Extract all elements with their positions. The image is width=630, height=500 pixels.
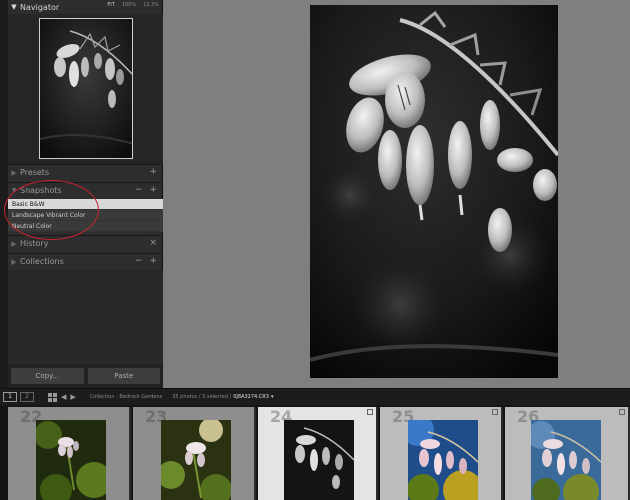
remove-collection-button[interactable]: − <box>135 256 143 266</box>
filmstrip: 22 23 24 25 26 <box>0 405 630 500</box>
flower-color-thumbnail-image <box>161 420 231 500</box>
navigator-preview[interactable] <box>8 14 163 164</box>
filmstrip-cell[interactable]: 22 <box>8 407 131 500</box>
back-arrow-icon[interactable]: ◀ <box>61 393 66 401</box>
collections-header[interactable]: ▶ Collections − + <box>8 253 163 269</box>
flower-color-thumbnail-image <box>36 420 106 500</box>
add-preset-button[interactable]: + <box>149 167 157 177</box>
zoom-100[interactable]: 100% <box>122 2 136 8</box>
snapshot-item[interactable]: Basic B&W <box>8 199 163 210</box>
flower-vibrant-thumbnail-image <box>408 420 478 500</box>
filmstrip-thumbnail[interactable] <box>36 420 106 500</box>
filmstrip-thumbnail[interactable] <box>408 420 478 500</box>
snapshot-item[interactable]: Landscape Vibrant Color <box>8 210 163 221</box>
filmstrip-cell-selected[interactable]: 26 <box>505 407 630 500</box>
left-panel-content: ▼ Navigator FIT 100% 13.3% ▶ Presets + ▼… <box>8 0 163 388</box>
clear-history-button[interactable]: × <box>149 238 157 248</box>
badge-icon <box>619 409 625 415</box>
zoom-custom[interactable]: 13.3% <box>143 2 159 8</box>
filmstrip-thumbnail[interactable] <box>284 420 354 500</box>
history-header[interactable]: ▶ History × <box>8 235 163 251</box>
filmstrip-cell[interactable]: 23 <box>133 407 256 500</box>
grid-view-icon[interactable] <box>48 392 57 402</box>
copy-paste-bar: Copy... Paste <box>8 364 163 388</box>
filmstrip-cell-active[interactable]: 24 <box>258 407 378 500</box>
filmstrip-cell-selected[interactable]: 25 <box>380 407 503 500</box>
main-photo[interactable] <box>310 5 558 378</box>
snapshots-title: Snapshots <box>20 186 62 195</box>
photo-count-label: 35 photos / 3 selected / <box>172 394 232 400</box>
presets-title: Presets <box>20 168 50 177</box>
navigator-header[interactable]: ▼ Navigator FIT 100% 13.3% <box>8 0 163 14</box>
expand-triangle-icon: ▼ <box>11 187 17 194</box>
collapsed-triangle-icon: ▶ <box>11 257 17 266</box>
add-snapshot-button[interactable]: + <box>149 185 157 195</box>
forward-arrow-icon[interactable]: ▶ <box>70 393 75 401</box>
navigator-thumbnail[interactable] <box>39 18 133 159</box>
snapshot-item[interactable]: Neutral Color <box>8 221 163 232</box>
zoom-fit[interactable]: FIT <box>107 2 114 8</box>
badge-icon <box>367 409 373 415</box>
chevron-down-icon[interactable]: ▾ <box>271 394 274 400</box>
expand-triangle-icon: ▼ <box>11 3 17 11</box>
collection-source-label[interactable]: Collection : Bedrock Gardens <box>90 394 162 400</box>
collapsed-triangle-icon: ▶ <box>11 168 17 177</box>
presets-header[interactable]: ▶ Presets + <box>8 164 163 180</box>
remove-snapshot-button[interactable]: − <box>135 185 143 195</box>
flower-bw-thumbnail-image <box>40 19 132 158</box>
paste-button[interactable]: Paste <box>87 368 160 384</box>
collapsed-triangle-icon: ▶ <box>11 239 17 248</box>
left-panel-edge[interactable] <box>0 0 8 388</box>
main-image-view[interactable] <box>163 0 630 388</box>
history-title: History <box>20 239 49 248</box>
navigator-title: Navigator <box>20 2 60 12</box>
left-panel: ▼ Navigator FIT 100% 13.3% ▶ Presets + ▼… <box>0 0 163 388</box>
filmstrip-thumbnail[interactable] <box>161 420 231 500</box>
lightroom-develop-window: ▼ Navigator FIT 100% 13.3% ▶ Presets + ▼… <box>0 0 630 500</box>
filmstrip-toolbar: 1 2 ◀ ▶ Collection : Bedrock Gardens 35 … <box>0 388 630 405</box>
snapshots-header[interactable]: ▼ Snapshots − + <box>8 182 163 198</box>
panel-empty-area <box>8 270 163 363</box>
flower-neutral-thumbnail-image <box>531 420 601 500</box>
filmstrip-thumbnail[interactable] <box>531 420 601 500</box>
snapshots-list: Basic B&W Landscape Vibrant Color Neutra… <box>8 199 163 232</box>
add-collection-button[interactable]: + <box>149 256 157 266</box>
secondary-display-button[interactable]: 2 <box>20 392 34 402</box>
copy-button[interactable]: Copy... <box>11 368 84 384</box>
navigator-zoom-options: FIT 100% 13.3% <box>107 2 159 8</box>
flower-bw-thumbnail-image <box>284 420 354 500</box>
flower-bw-main-image <box>310 5 558 378</box>
collections-title: Collections <box>20 257 64 266</box>
badge-icon <box>492 409 498 415</box>
primary-display-button[interactable]: 1 <box>3 392 17 402</box>
current-filename[interactable]: 0J8A3274.CR3 <box>233 394 269 400</box>
